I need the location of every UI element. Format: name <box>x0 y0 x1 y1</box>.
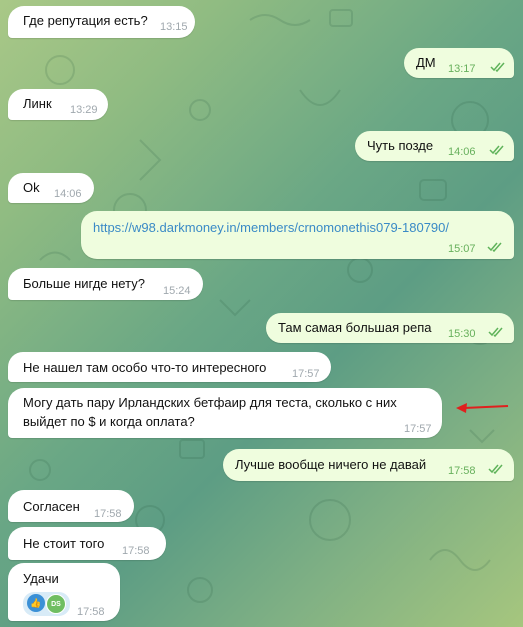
avatar: DS <box>46 594 66 614</box>
message-text-line: выйдет по $ и когда оплата? <box>23 414 195 429</box>
read-checkmarks-icon <box>487 242 502 252</box>
read-checkmarks-icon <box>489 145 504 155</box>
message-outgoing[interactable]: Там самая большая репа 15:30 <box>266 313 514 343</box>
message-text: Линк <box>23 96 52 111</box>
message-text: Согласен <box>23 499 80 514</box>
message-outgoing[interactable]: Лучше вообще ничего не давай 17:58 <box>223 449 514 481</box>
read-checkmarks-icon <box>488 464 503 474</box>
message-text: Удачи <box>23 571 59 586</box>
message-incoming[interactable]: Ok 14:06 <box>8 173 94 203</box>
message-incoming[interactable]: Удачи 👍 DS 17:58 <box>8 563 120 621</box>
message-time: 15:07 <box>448 243 476 255</box>
read-checkmarks-icon <box>488 327 503 337</box>
message-outgoing[interactable]: Чуть позде 14:06 <box>355 131 514 161</box>
message-incoming[interactable]: Больше нигде нету? 15:24 <box>8 268 203 300</box>
message-text: Где репутация есть? <box>23 13 148 28</box>
message-incoming[interactable]: Согласен 17:58 <box>8 490 134 522</box>
message-incoming[interactable]: Где репутация есть? 13:15 <box>8 6 195 38</box>
read-checkmarks-icon <box>490 62 505 72</box>
message-time: 17:58 <box>94 508 122 520</box>
message-time: 17:57 <box>292 368 320 380</box>
message-outgoing[interactable]: ДМ 13:17 <box>404 48 514 78</box>
message-time: 15:24 <box>163 285 191 297</box>
message-text: Лучше вообще ничего не давай <box>235 457 427 472</box>
message-text: Не стоит того <box>23 536 105 551</box>
message-time: 13:17 <box>448 63 476 75</box>
message-text: Ok <box>23 180 40 195</box>
message-text: ДМ <box>416 55 436 70</box>
message-time: 17:58 <box>77 606 105 618</box>
message-text: Больше нигде нету? <box>23 276 145 291</box>
message-link[interactable]: https://w98.darkmoney.in/members/crnomon… <box>93 218 449 237</box>
message-text: Не нашел там особо что-то интересного <box>23 360 267 375</box>
message-incoming[interactable]: Линк 13:29 <box>8 89 108 120</box>
message-time: 14:06 <box>54 188 82 200</box>
message-incoming[interactable]: Не нашел там особо что-то интересного 17… <box>8 352 331 382</box>
message-time: 15:30 <box>448 328 476 340</box>
message-time: 13:15 <box>160 21 188 33</box>
message-outgoing[interactable]: https://w98.darkmoney.in/members/crnomon… <box>81 211 514 259</box>
message-text: Чуть позде <box>367 138 434 153</box>
message-text: Там самая большая репа <box>278 320 432 335</box>
message-incoming[interactable]: Могу дать пару Ирландских бетфаир для те… <box>8 388 442 438</box>
message-reactions[interactable]: 👍 DS <box>23 592 70 616</box>
message-time: 17:58 <box>448 465 476 477</box>
message-time: 14:06 <box>448 146 476 158</box>
message-time: 17:57 <box>404 423 432 435</box>
message-time: 17:58 <box>122 545 150 557</box>
message-time: 13:29 <box>70 104 98 116</box>
thumbs-up-icon: 👍 <box>27 594 45 612</box>
message-incoming[interactable]: Не стоит того 17:58 <box>8 527 166 560</box>
message-text-line: Могу дать пару Ирландских бетфаир для те… <box>23 395 397 410</box>
annotation-arrow <box>456 403 509 413</box>
